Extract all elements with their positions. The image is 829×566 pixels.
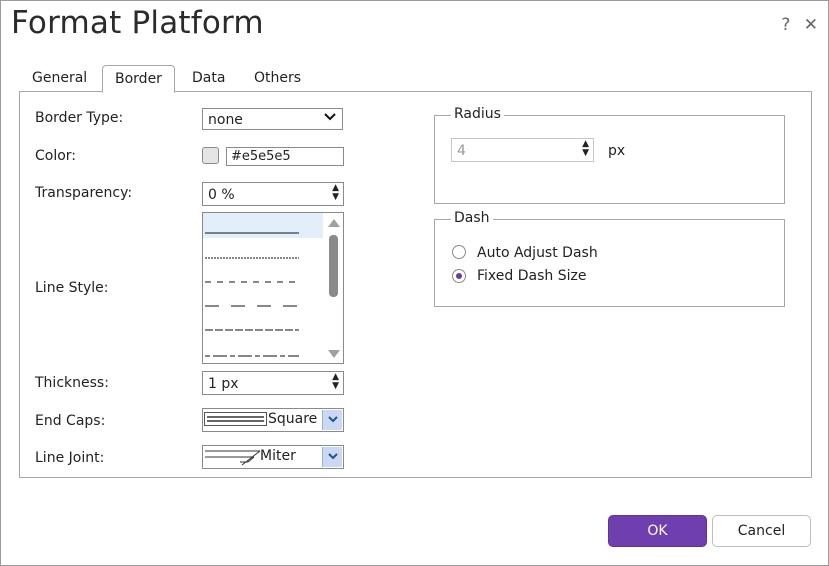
color-label: Color: (35, 148, 77, 164)
line-joint-preview (204, 448, 264, 468)
line-style-option-solid[interactable] (203, 213, 323, 238)
border-panel: Border Type: none Color: #e5e5e5 Transpa… (19, 91, 812, 478)
border-type-value: none (208, 112, 243, 128)
border-type-label: Border Type: (35, 110, 124, 126)
tab-general[interactable]: General (20, 65, 99, 91)
line-style-list[interactable] (202, 212, 344, 364)
fixed-dash-size-label[interactable]: Fixed Dash Size (477, 268, 586, 284)
thickness-value: 1 px (208, 376, 239, 392)
chevron-down-icon[interactable] (322, 447, 342, 467)
tab-others[interactable]: Others (242, 65, 313, 91)
radius-value: 4 (457, 143, 466, 159)
tab-border[interactable]: Border (102, 65, 175, 93)
chevron-down-icon (324, 112, 336, 125)
line-style-option-long-dash[interactable] (203, 286, 323, 310)
scroll-up-icon[interactable] (328, 216, 340, 232)
dialog-title: Format Platform (11, 5, 264, 41)
line-joint-label: Line Joint: (35, 450, 105, 466)
help-icon[interactable]: ? (781, 15, 790, 35)
line-style-option-dashed[interactable] (203, 262, 323, 286)
dash-legend: Dash (451, 210, 493, 226)
thickness-stepper[interactable]: 1 px ▲ ▼ (202, 371, 344, 395)
transparency-label: Transparency: (35, 185, 133, 201)
transparency-stepper[interactable]: 0 % ▲ ▼ (202, 182, 344, 206)
end-caps-preview (204, 412, 267, 426)
color-hex-field[interactable]: #e5e5e5 (226, 147, 344, 166)
line-joint-value: Miter (260, 448, 296, 464)
line-style-label: Line Style: (35, 280, 109, 296)
scroll-thumb[interactable] (329, 235, 338, 297)
end-caps-select[interactable]: Square (202, 408, 344, 432)
line-style-option-dash-fine[interactable] (203, 310, 323, 334)
end-caps-value: Square (268, 411, 318, 427)
spin-arrows-icon: ▲ ▼ (582, 139, 589, 158)
auto-adjust-dash-label[interactable]: Auto Adjust Dash (477, 245, 598, 261)
radius-legend: Radius (451, 106, 504, 122)
title-icons: ? ✕ (773, 15, 818, 35)
line-style-option-dash-dot[interactable] (203, 334, 323, 358)
fixed-dash-size-radio[interactable] (452, 269, 466, 283)
color-hex-value: #e5e5e5 (231, 149, 291, 164)
color-swatch[interactable] (202, 147, 219, 164)
ok-button[interactable]: OK (608, 515, 707, 547)
spin-arrows-icon: ▲ ▼ (332, 372, 339, 391)
cancel-button[interactable]: Cancel (712, 515, 811, 547)
thickness-label: Thickness: (35, 375, 109, 391)
radius-group: Radius 4 ▲ ▼ px (434, 106, 785, 204)
border-type-select[interactable]: none (202, 108, 343, 130)
line-joint-select[interactable]: Miter (202, 445, 344, 469)
dash-group: Dash Auto Adjust Dash Fixed Dash Size (434, 210, 785, 307)
tab-data[interactable]: Data (180, 65, 237, 91)
spin-arrows-icon: ▲ ▼ (332, 183, 339, 202)
chevron-down-icon[interactable] (322, 410, 342, 430)
auto-adjust-dash-radio[interactable] (452, 245, 466, 259)
radius-stepper[interactable]: 4 ▲ ▼ (451, 138, 594, 162)
format-platform-dialog: Format Platform ? ✕ General Border Data … (0, 0, 829, 566)
end-caps-label: End Caps: (35, 413, 106, 429)
line-style-scrollbar[interactable] (324, 213, 343, 363)
close-icon[interactable]: ✕ (804, 15, 818, 35)
scroll-down-icon[interactable] (328, 347, 340, 363)
transparency-value: 0 % (208, 187, 235, 203)
radius-unit: px (608, 143, 626, 159)
line-style-option-dotted[interactable] (203, 238, 323, 262)
